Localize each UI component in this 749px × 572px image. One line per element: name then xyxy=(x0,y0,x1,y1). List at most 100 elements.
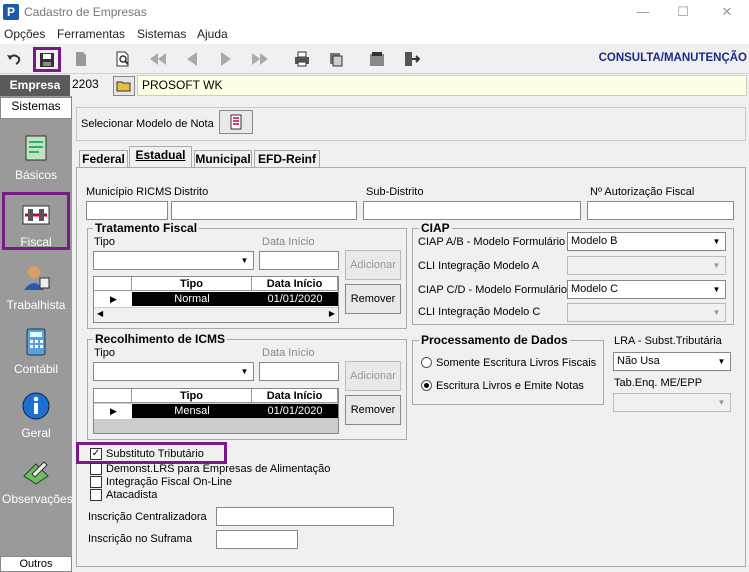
scroll-left-icon[interactable]: ◀ xyxy=(97,309,103,318)
recolhimento-data-label: Data Início xyxy=(262,347,315,359)
scroll-right-icon[interactable]: ▶ xyxy=(329,309,335,318)
inscricao-centralizadora-input[interactable] xyxy=(216,507,394,526)
sidebar-item-label: Fiscal xyxy=(20,235,52,249)
empresa-code[interactable]: 2203 xyxy=(72,77,99,91)
tratamento-grid[interactable]: Tipo Data Início ▶ Normal 01/01/2020 ◀ ▶ xyxy=(93,276,339,323)
tratamento-tipo-select[interactable]: ▼ xyxy=(93,251,254,270)
inscricao-suframa-label: Inscrição no Suframa xyxy=(88,533,192,545)
sidebar-item-fiscal[interactable]: Fiscal xyxy=(2,192,70,250)
recolhimento-icms-title: Recolhimento de ICMS xyxy=(93,332,228,346)
cli-modelo-a-label: CLI Integração Modelo A xyxy=(418,260,540,272)
recolhimento-add-button[interactable]: Adicionar xyxy=(345,361,401,391)
inscricao-centralizadora-label: Inscrição Centralizadora xyxy=(88,511,207,523)
municipio-label: Município RICMS xyxy=(86,186,172,198)
sidebar-outros[interactable]: Outros xyxy=(0,556,72,572)
ciap-ab-label: CIAP A/B - Modelo Formulário xyxy=(418,236,566,248)
undo-icon[interactable] xyxy=(3,48,25,70)
maximize-icon[interactable]: ☐ xyxy=(668,3,698,21)
close-icon[interactable]: ✕ xyxy=(712,3,742,21)
radio-escritura-emite[interactable] xyxy=(421,380,432,391)
autorizacao-input[interactable] xyxy=(587,201,734,220)
col-data: Data Início xyxy=(252,389,338,403)
tab-efd-reinf[interactable]: EFD-Reinf xyxy=(254,150,320,168)
distrito-input[interactable] xyxy=(171,201,357,220)
sidebar-sistemas[interactable]: Sistemas xyxy=(0,97,72,119)
selecionar-modelo-label: Selecionar Modelo de Nota xyxy=(81,118,214,130)
cli-modelo-c-select[interactable]: ▼ xyxy=(567,303,726,322)
sidebar-item-observacoes[interactable]: Observações xyxy=(2,450,73,516)
first-record-icon[interactable] xyxy=(147,48,169,70)
demonst-lrs-checkbox[interactable] xyxy=(90,463,102,475)
window-title: Cadastro de Empresas xyxy=(24,5,147,19)
info-icon xyxy=(16,388,56,424)
recolhimento-tipo-select[interactable]: ▼ xyxy=(93,362,254,381)
recolhimento-remove-button[interactable]: Remover xyxy=(345,395,401,425)
substituto-checkbox[interactable]: ✓ xyxy=(90,448,102,460)
inscricao-suframa-input[interactable] xyxy=(216,530,298,549)
chevron-down-icon: ▼ xyxy=(240,256,249,265)
integracao-fiscal-checkbox[interactable] xyxy=(90,476,102,488)
tab-enq-select[interactable]: ▼ xyxy=(613,393,731,412)
tratamento-remove-button[interactable]: Remover xyxy=(345,284,401,314)
print-icon[interactable] xyxy=(291,48,313,70)
chevron-down-icon: ▼ xyxy=(712,261,721,270)
recolhimento-tipo-label: Tipo xyxy=(94,347,115,359)
lra-label: LRA - Subst.Tributária xyxy=(614,335,722,347)
ciap-cd-label: CIAP C/D - Modelo Formulário xyxy=(418,284,567,296)
sidebar-item-label: Observações xyxy=(2,492,73,506)
print-setup-icon[interactable] xyxy=(325,48,347,70)
trabalhista-icon xyxy=(16,260,56,296)
horizontal-scrollbar[interactable]: ◀ ▶ xyxy=(94,307,338,322)
sidebar-item-geral[interactable]: Geral xyxy=(2,384,70,450)
save-button[interactable] xyxy=(33,47,61,72)
delete-icon[interactable] xyxy=(70,48,92,70)
cli-modelo-a-select[interactable]: ▼ xyxy=(567,256,726,275)
sidebar-item-basicos[interactable]: Básicos xyxy=(2,126,70,192)
sidebar-item-label: Trabalhista xyxy=(6,298,66,312)
tratamento-add-button[interactable]: Adicionar xyxy=(345,250,401,280)
atacadista-checkbox[interactable] xyxy=(90,489,102,501)
municipio-input[interactable] xyxy=(86,201,168,220)
tab-municipal[interactable]: Municipal xyxy=(194,150,252,168)
processamento-group xyxy=(412,340,604,405)
empresa-name: PROSOFT WK xyxy=(137,75,747,96)
menu-ferramentas[interactable]: Ferramentas xyxy=(57,27,125,41)
tools-icon[interactable] xyxy=(366,48,388,70)
prev-record-icon[interactable] xyxy=(181,48,203,70)
last-record-icon[interactable] xyxy=(249,48,271,70)
chevron-down-icon: ▼ xyxy=(712,285,721,294)
exit-icon[interactable] xyxy=(400,48,422,70)
radio-escritura-emite-label: Escritura Livros e Emite Notas xyxy=(436,380,584,392)
chevron-down-icon: ▼ xyxy=(240,367,249,376)
menu-opcoes[interactable]: Opções xyxy=(4,27,45,41)
ciap-ab-select[interactable]: Modelo B ▼ xyxy=(567,232,726,251)
next-record-icon[interactable] xyxy=(215,48,237,70)
tratamento-tipo-label: Tipo xyxy=(94,236,115,248)
minimize-icon[interactable]: — xyxy=(628,3,658,21)
subdistrito-input[interactable] xyxy=(363,201,581,220)
folder-icon xyxy=(116,81,131,92)
tratamento-data-input[interactable] xyxy=(259,251,339,270)
tab-federal[interactable]: Federal xyxy=(79,150,128,168)
table-row[interactable]: Normal 01/01/2020 xyxy=(132,292,338,306)
table-row[interactable]: Mensal 01/01/2020 xyxy=(132,404,338,418)
tab-estadual[interactable]: Estadual xyxy=(129,146,192,169)
menu-ajuda[interactable]: Ajuda xyxy=(197,27,228,41)
radio-somente-escritura-label: Somente Escritura Livros Fiscais xyxy=(436,357,597,369)
radio-somente-escritura[interactable] xyxy=(421,357,432,368)
recolhimento-grid[interactable]: Tipo Data Início ▶ Mensal 01/01/2020 xyxy=(93,388,339,434)
ciap-cd-select[interactable]: Modelo C ▼ xyxy=(567,280,726,299)
sidebar-item-label: Geral xyxy=(21,426,51,440)
calculator-icon xyxy=(16,324,56,360)
menu-sistemas[interactable]: Sistemas xyxy=(137,27,186,41)
col-data: Data Início xyxy=(252,277,338,291)
tratamento-fiscal-title: Tratamento Fiscal xyxy=(93,221,200,235)
preview-icon[interactable] xyxy=(112,48,134,70)
sidebar-item-contabil[interactable]: Contábil xyxy=(2,320,70,386)
recolhimento-data-input[interactable] xyxy=(259,362,339,381)
col-tipo: Tipo xyxy=(132,277,252,291)
lra-select[interactable]: Não Usa ▼ xyxy=(613,352,731,371)
open-folder-button[interactable] xyxy=(113,76,135,96)
selecionar-modelo-button[interactable] xyxy=(219,110,253,134)
sidebar-item-trabalhista[interactable]: Trabalhista xyxy=(2,256,70,322)
